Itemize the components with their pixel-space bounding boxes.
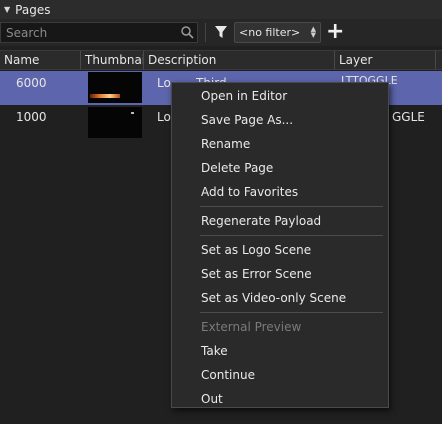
menu-item-rename[interactable]: Rename: [172, 132, 388, 156]
menu-item-set-video-only-scene[interactable]: Set as Video-only Scene: [172, 286, 388, 310]
column-header-thumbnail[interactable]: Thumbnail: [81, 51, 143, 69]
table-header: Name Thumbnail Description Layer: [0, 50, 442, 70]
collapse-triangle-icon[interactable]: ▼: [4, 5, 10, 14]
menu-separator: [200, 312, 383, 313]
search-icon[interactable]: [177, 23, 197, 42]
column-header-name[interactable]: Name: [0, 51, 80, 69]
menu-item-regenerate-payload[interactable]: Regenerate Payload: [172, 209, 388, 233]
panel-title: Pages: [15, 2, 51, 17]
menu-separator: [200, 235, 383, 236]
search-box[interactable]: [0, 22, 198, 43]
thumbnail-lower-third-graphic: [90, 94, 120, 98]
menu-item-save-page-as[interactable]: Save Page As...: [172, 108, 388, 132]
column-header-layer[interactable]: Layer: [335, 51, 435, 69]
column-header-description[interactable]: Description: [144, 51, 334, 69]
row-description: Lo: [157, 110, 171, 124]
filter-dropdown[interactable]: <no filter> ▲ ▼: [234, 22, 321, 43]
funnel-icon[interactable]: [214, 25, 230, 41]
menu-item-take[interactable]: Take: [172, 339, 388, 363]
panel-header[interactable]: ▼ Pages: [0, 0, 442, 19]
menu-item-set-error-scene[interactable]: Set as Error Scene: [172, 262, 388, 286]
add-page-button[interactable]: +: [326, 21, 344, 43]
updown-arrows-icon: ▲ ▼: [310, 25, 316, 39]
page-thumbnail: [88, 107, 142, 138]
page-thumbnail: [88, 72, 142, 103]
toolbar-separator: [205, 23, 206, 42]
row-layer: GGLE: [392, 110, 425, 124]
thumbnail-graphic: [131, 112, 134, 114]
row-name: 1000: [16, 110, 47, 124]
menu-item-continue[interactable]: Continue: [172, 363, 388, 387]
menu-item-open-in-editor[interactable]: Open in Editor: [172, 84, 388, 108]
menu-item-set-logo-scene[interactable]: Set as Logo Scene: [172, 238, 388, 262]
menu-item-out[interactable]: Out: [172, 387, 388, 411]
column-divider[interactable]: [435, 51, 436, 69]
row-description: Lo: [157, 76, 171, 90]
toolbar: <no filter> ▲▼ +: [0, 19, 442, 46]
context-menu: Open in Editor Save Page As... Rename De…: [171, 82, 389, 408]
row-name: 6000: [16, 76, 47, 90]
menu-item-external-preview: External Preview: [201, 320, 302, 334]
menu-item-delete-page[interactable]: Delete Page: [172, 156, 388, 180]
menu-item-add-to-favorites[interactable]: Add to Favorites: [172, 180, 388, 204]
menu-separator: [200, 206, 383, 207]
search-input[interactable]: [1, 23, 177, 42]
filter-value: <no filter>: [239, 26, 301, 39]
